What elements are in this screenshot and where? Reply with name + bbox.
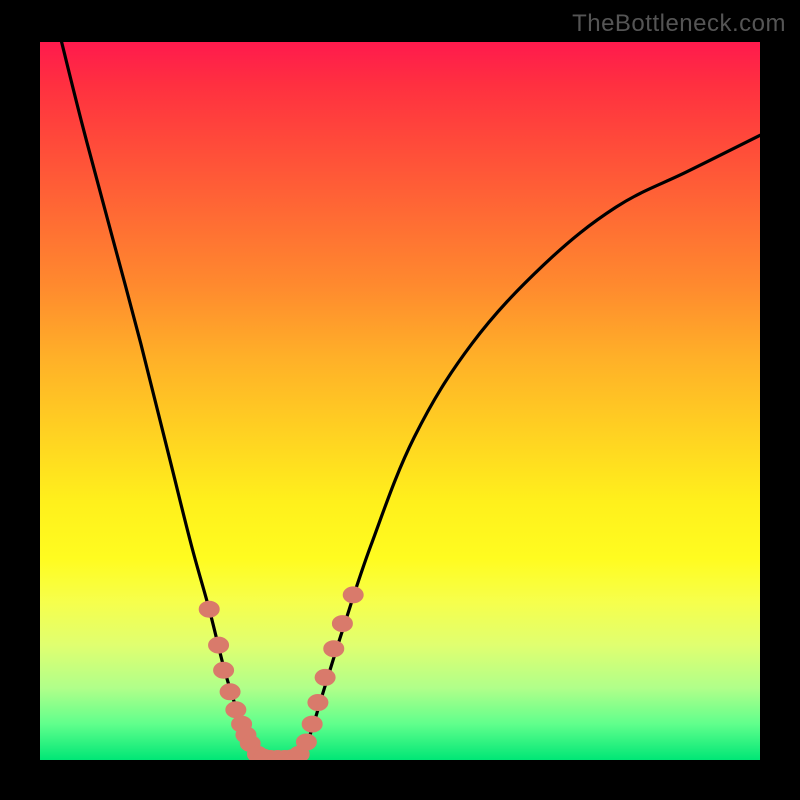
data-point: [324, 641, 344, 657]
data-point: [296, 734, 316, 750]
data-point: [308, 695, 328, 711]
data-point: [199, 601, 219, 617]
data-point: [315, 669, 335, 685]
data-point: [209, 637, 229, 653]
curve-overlay: [40, 42, 760, 760]
data-point: [332, 616, 352, 632]
data-point: [220, 684, 240, 700]
watermark-text: TheBottleneck.com: [572, 10, 786, 38]
data-point-markers: [199, 587, 363, 760]
bottleneck-curve: [62, 42, 760, 760]
data-point: [226, 702, 246, 718]
data-point: [214, 662, 234, 678]
chart-stage: TheBottleneck.com: [0, 0, 800, 800]
data-point: [302, 716, 322, 732]
data-point: [343, 587, 363, 603]
